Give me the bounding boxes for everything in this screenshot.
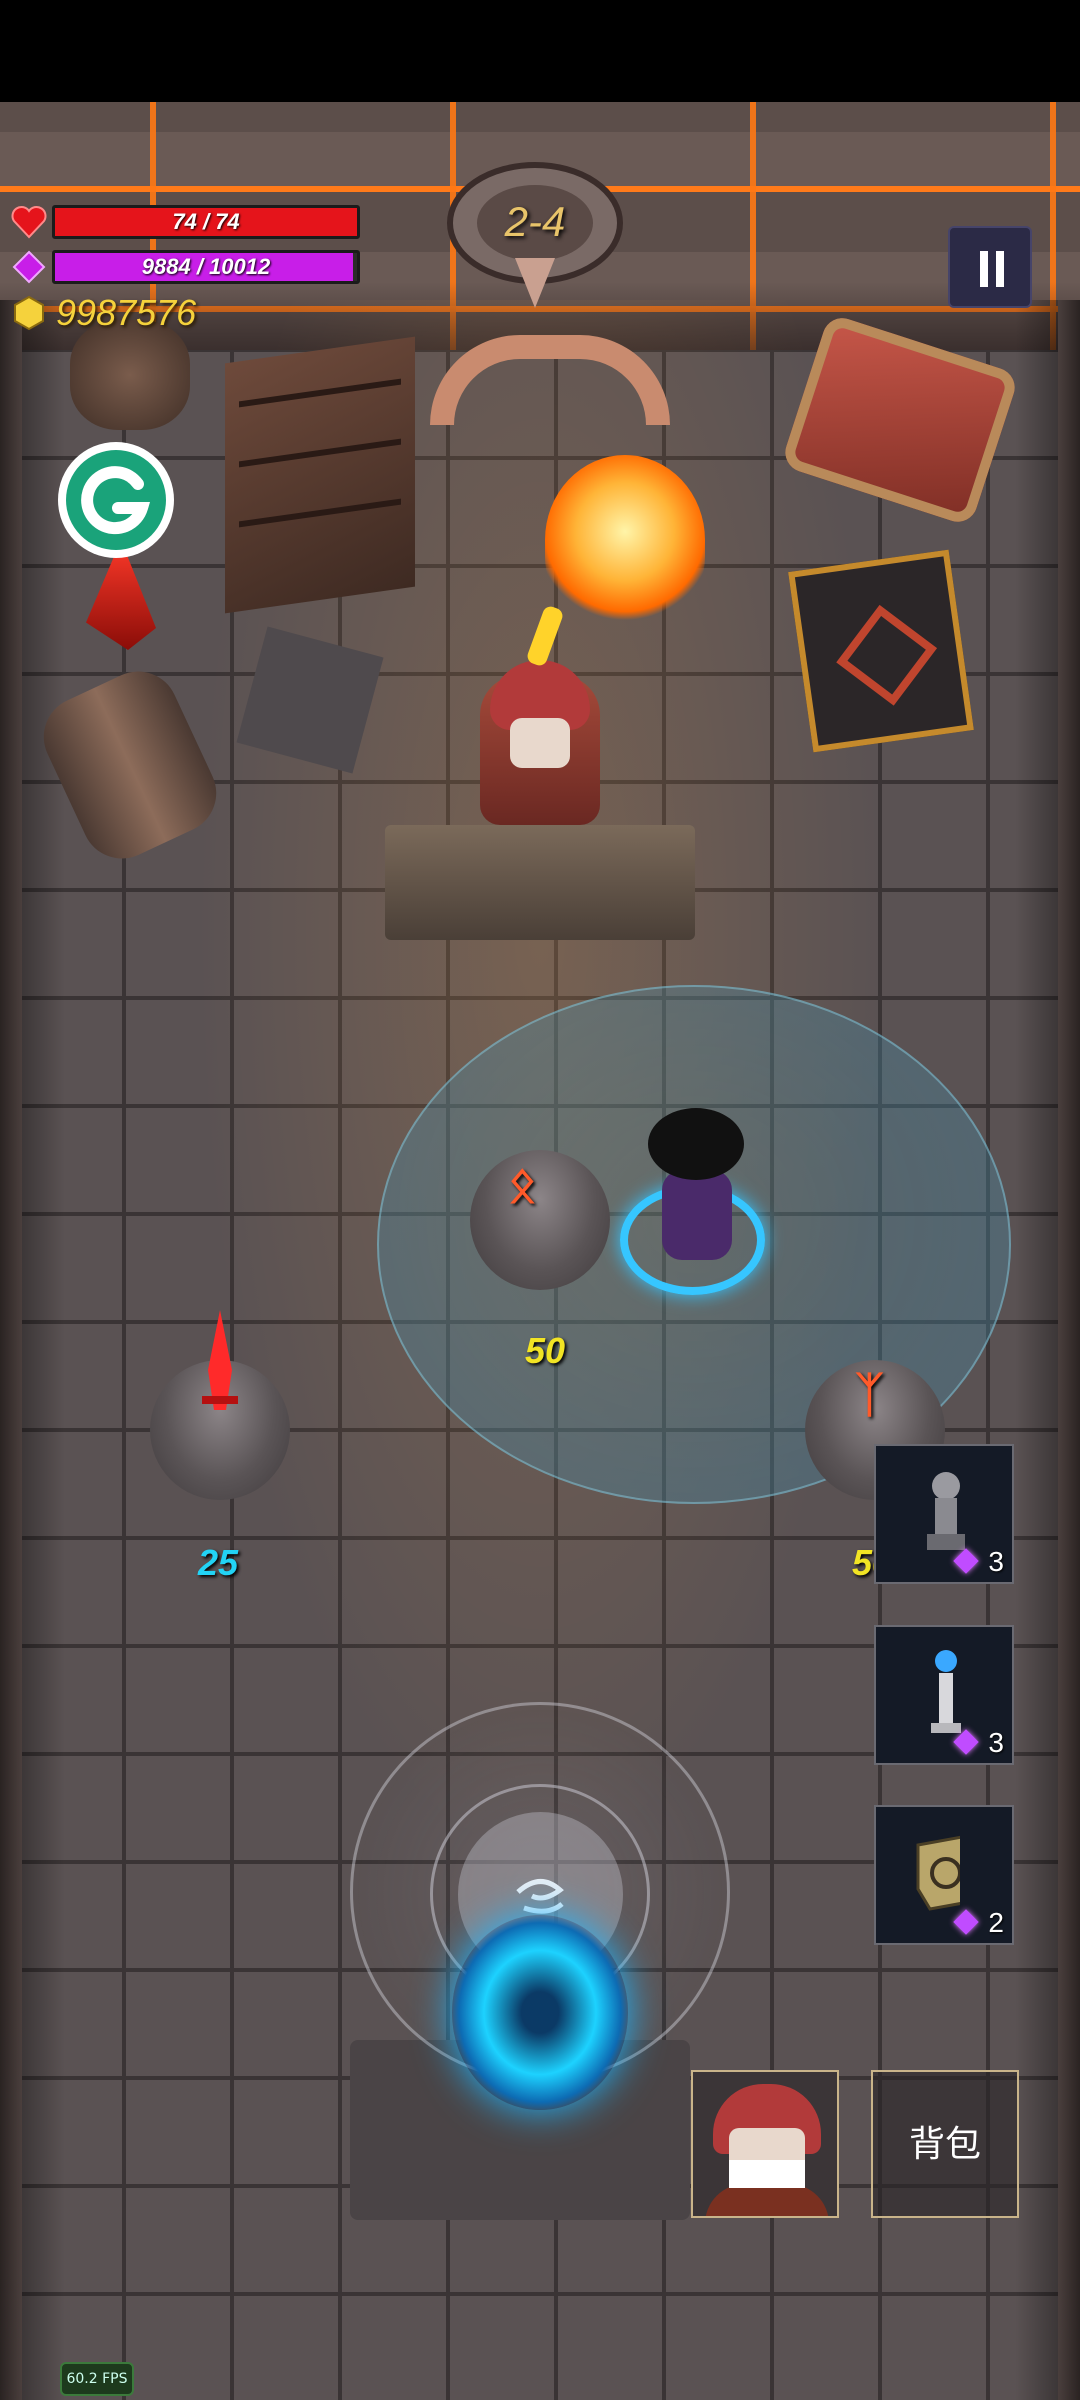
health-text: 74 / 74 bbox=[172, 209, 240, 234]
rune-cube bbox=[788, 549, 974, 753]
cost-label-center: 50 bbox=[524, 1330, 566, 1371]
gold-amount: 9987576 bbox=[56, 292, 197, 333]
item-count: 3 bbox=[988, 1546, 1004, 1577]
g-button[interactable] bbox=[58, 442, 174, 558]
level-label: 2-4 bbox=[504, 198, 566, 245]
merchant-table bbox=[385, 825, 695, 940]
mana-gem-icon bbox=[12, 250, 46, 284]
barrel-top-icon bbox=[70, 320, 190, 430]
statue-icon bbox=[927, 1472, 965, 1550]
mana-text: 9884 / 10012 bbox=[141, 254, 271, 279]
gold-coin-icon bbox=[14, 295, 44, 331]
item-count: 3 bbox=[988, 1727, 1004, 1758]
rune-glyph: ᛉ bbox=[855, 1369, 884, 1422]
fps-counter: 60.2 FPS bbox=[60, 2362, 134, 2396]
portal-icon[interactable] bbox=[452, 1915, 628, 2110]
cost-label-red: 25 bbox=[197, 1542, 239, 1583]
player-hair bbox=[648, 1108, 744, 1180]
item-slot-lamp[interactable]: 3 bbox=[874, 1625, 1014, 1765]
lamp-pillar-icon bbox=[931, 1650, 961, 1733]
item-slot-box[interactable]: 2 bbox=[874, 1805, 1014, 1945]
fire-brazier bbox=[545, 455, 705, 625]
merchant-face bbox=[510, 718, 570, 768]
bag-button[interactable]: 背包 bbox=[871, 2070, 1019, 2218]
g-logo-icon bbox=[81, 466, 151, 535]
right-wall-edge bbox=[1058, 300, 1080, 2400]
sword-rune-icon bbox=[202, 1310, 238, 1410]
pedestal-center[interactable]: ᛟ bbox=[470, 1150, 610, 1290]
heart-icon bbox=[11, 206, 47, 239]
health-bar: 74 / 74 bbox=[52, 205, 360, 239]
merchant-portrait-button[interactable] bbox=[691, 2070, 839, 2218]
rune-glyph: ᛟ bbox=[508, 1159, 537, 1212]
level-badge: 2-4 bbox=[445, 158, 625, 308]
item-slot-statue[interactable]: 3 bbox=[874, 1444, 1014, 1584]
left-wall-edge bbox=[0, 300, 22, 2400]
pedestal-red[interactable] bbox=[150, 1310, 290, 1500]
player-character bbox=[662, 1170, 732, 1260]
bookshelf bbox=[225, 336, 415, 614]
pause-button[interactable] bbox=[948, 226, 1032, 308]
mana-row: 9884 / 10012 bbox=[10, 250, 360, 284]
gold-row: 9987576 bbox=[10, 292, 196, 334]
rune-box-icon bbox=[916, 1835, 960, 1911]
mana-bar: 9884 / 10012 bbox=[52, 250, 360, 284]
game-screen: ᛟ ᛉ 25 50 50 74 / 74 9884 / 10012 998757… bbox=[0, 0, 1080, 2400]
health-row: 74 / 74 bbox=[10, 205, 360, 239]
item-count: 2 bbox=[988, 1907, 1004, 1938]
status-bar-area bbox=[0, 0, 1080, 102]
